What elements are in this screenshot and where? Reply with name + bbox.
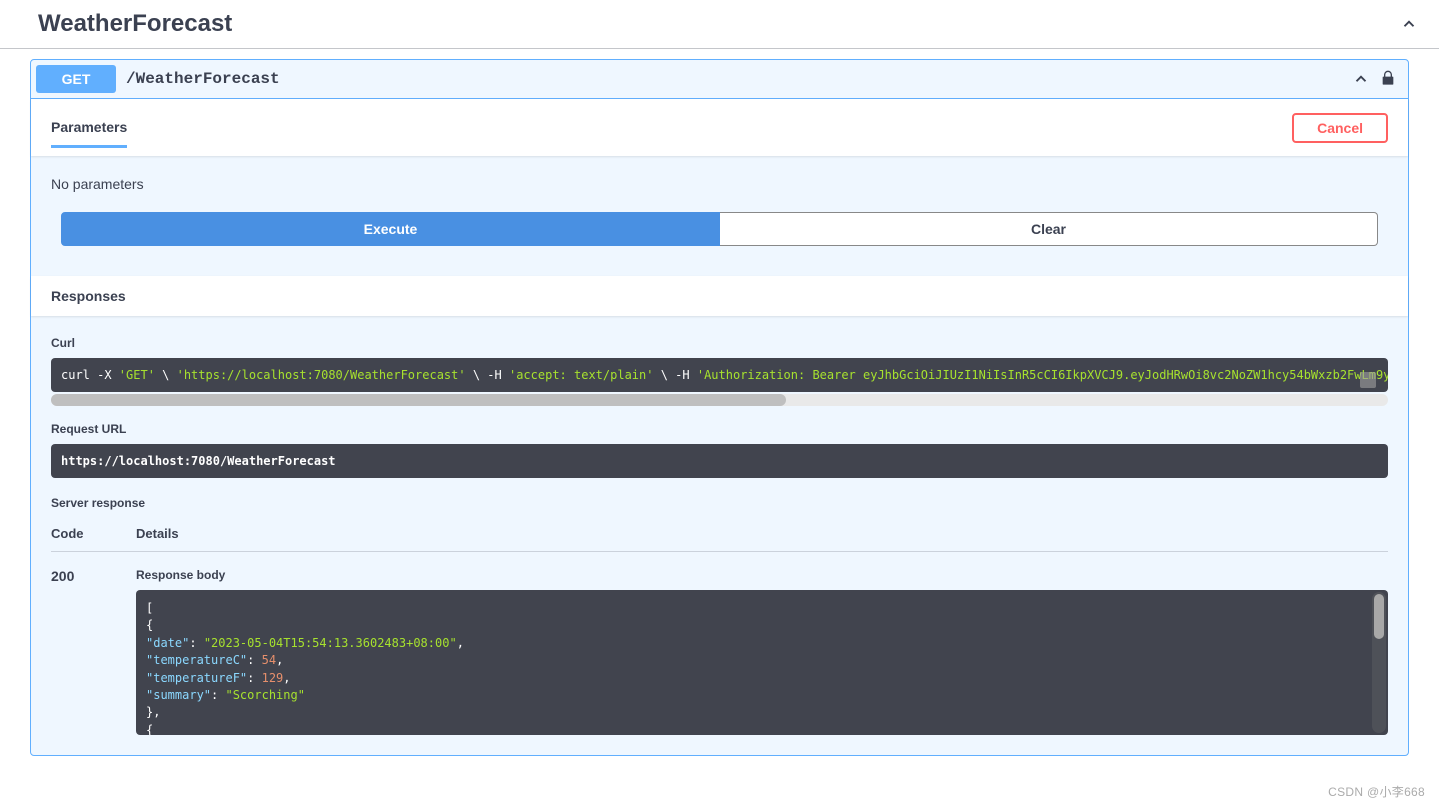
- parameters-body: No parameters: [31, 156, 1408, 212]
- parameters-header: Parameters Cancel: [31, 99, 1408, 156]
- no-parameters-text: No parameters: [51, 176, 144, 192]
- vertical-scrollbar[interactable]: [1372, 592, 1386, 733]
- operation-block: GET /WeatherForecast Parameters Cancel N…: [30, 59, 1409, 756]
- response-body-label: Response body: [136, 568, 1388, 582]
- curl-code-block[interactable]: curl -X 'GET' \ 'https://localhost:7080/…: [51, 358, 1388, 392]
- copy-icon[interactable]: [1360, 372, 1376, 388]
- chevron-up-icon: [1399, 14, 1419, 34]
- method-badge: GET: [36, 65, 116, 93]
- request-url-block[interactable]: https://localhost:7080/WeatherForecast: [51, 444, 1388, 478]
- responses-header: Responses: [31, 276, 1408, 316]
- response-body-block[interactable]: [ { "date": "2023-05-04T15:54:13.3602483…: [136, 590, 1388, 735]
- code-column-header: Code: [51, 526, 136, 541]
- button-row: Execute Clear: [31, 212, 1408, 276]
- lock-icon[interactable]: [1381, 70, 1395, 89]
- responses-body: Curl curl -X 'GET' \ 'https://localhost:…: [31, 316, 1408, 755]
- operation-path: /WeatherForecast: [126, 70, 1351, 88]
- cancel-button[interactable]: Cancel: [1292, 113, 1388, 143]
- summary-right: [1351, 69, 1403, 89]
- tag-name: WeatherForecast: [38, 10, 232, 38]
- chevron-up-icon: [1351, 69, 1371, 89]
- status-code: 200: [51, 568, 136, 735]
- response-table-header: Code Details: [51, 526, 1388, 552]
- clear-button[interactable]: Clear: [720, 212, 1378, 246]
- server-response-label: Server response: [51, 496, 1388, 510]
- details-column: Response body [ { "date": "2023-05-04T15…: [136, 568, 1388, 735]
- watermark: CSDN @小李668: [1328, 783, 1425, 800]
- execute-button[interactable]: Execute: [61, 212, 720, 246]
- curl-label: Curl: [51, 336, 1388, 350]
- horizontal-scrollbar[interactable]: [51, 394, 1388, 406]
- parameters-tab[interactable]: Parameters: [51, 107, 127, 148]
- tag-header[interactable]: WeatherForecast: [0, 0, 1439, 49]
- operation-summary[interactable]: GET /WeatherForecast: [31, 60, 1408, 99]
- response-row: 200 Response body [ { "date": "2023-05-0…: [51, 568, 1388, 735]
- request-url-label: Request URL: [51, 422, 1388, 436]
- details-column-header: Details: [136, 526, 1388, 541]
